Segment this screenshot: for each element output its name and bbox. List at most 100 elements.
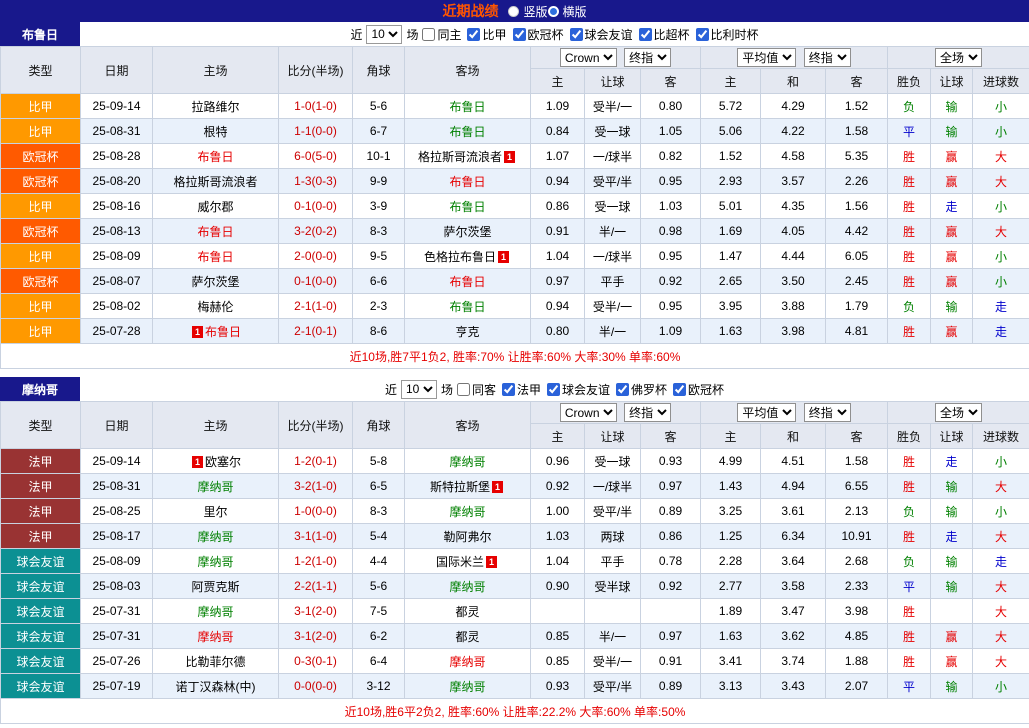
competition-filter-checkbox[interactable] <box>616 383 629 396</box>
col-odds-home: 主 <box>531 424 585 449</box>
avg-home-cell: 1.25 <box>701 524 761 549</box>
handicap-cell: 平手 <box>585 269 641 294</box>
same-venue-filter-checkbox[interactable] <box>422 28 435 41</box>
handicap-result-cell: 输 <box>931 474 973 499</box>
date-cell: 25-08-20 <box>81 169 153 194</box>
average-group-header: 平均值 终指 <box>701 47 888 69</box>
away-team-name: 勒阿弗尔 <box>443 530 491 544</box>
away-team-name: 摩纳哥 <box>449 580 485 594</box>
layout-radio[interactable]: 竖版 <box>508 3 547 20</box>
handicap-result-cell: 赢 <box>931 169 973 194</box>
col-away: 客场 <box>405 402 531 449</box>
games-label: 场 <box>406 26 418 43</box>
away-team-cell: 摩纳哥 <box>405 499 531 524</box>
competition-filter[interactable]: 球会友谊 <box>570 26 633 43</box>
handicap-result-cell: 输 <box>931 574 973 599</box>
away-team-name: 亨克 <box>455 325 479 339</box>
competition-filter-checkbox[interactable] <box>673 383 686 396</box>
competition-filter[interactable]: 欧冠杯 <box>673 381 724 398</box>
competition-filter-checkbox[interactable] <box>639 28 652 41</box>
handicap-result-cell: 赢 <box>931 269 973 294</box>
avg-away-cell: 3.98 <box>826 599 888 624</box>
corner-cell: 8-6 <box>353 319 405 344</box>
average-select[interactable]: 平均值 <box>737 403 796 422</box>
layout-radio[interactable]: 横版 <box>548 3 587 20</box>
competition-filter-checkbox[interactable] <box>513 28 526 41</box>
away-team-cell: 布鲁日 <box>405 269 531 294</box>
away-team-cell: 摩纳哥 <box>405 649 531 674</box>
same-venue-filter[interactable]: 同客 <box>457 381 496 398</box>
competition-type-cell: 球会友谊 <box>1 574 81 599</box>
corner-cell: 8-3 <box>353 219 405 244</box>
scope-select[interactable]: 全场 <box>935 48 982 67</box>
result-cell: 胜 <box>888 219 931 244</box>
score-cell: 6-0(5-0) <box>279 144 353 169</box>
competition-filter-checkbox[interactable] <box>467 28 480 41</box>
competition-filter-checkbox[interactable] <box>696 28 709 41</box>
competition-filter-label: 比超杯 <box>654 26 690 43</box>
odds-period-select[interactable]: 终指 <box>624 403 671 422</box>
average-period-select[interactable]: 终指 <box>804 48 851 67</box>
score-cell: 3-1(2-0) <box>279 624 353 649</box>
home-team-cell: 布鲁日 <box>153 144 279 169</box>
odds-period-select[interactable]: 终指 <box>624 48 671 67</box>
col-result: 胜负 <box>888 424 931 449</box>
competition-filter[interactable]: 欧冠杯 <box>513 26 564 43</box>
match-row: 球会友谊25-08-09摩纳哥1-2(1-0)4-4国际米兰11.04平手0.7… <box>1 549 1029 574</box>
red-card-badge: 1 <box>486 556 497 568</box>
competition-filter-checkbox[interactable] <box>547 383 560 396</box>
handicap-cell: 受一球 <box>585 449 641 474</box>
avg-away-cell: 1.58 <box>826 119 888 144</box>
avg-home-cell: 5.06 <box>701 119 761 144</box>
average-period-select[interactable]: 终指 <box>804 403 851 422</box>
odds-source-select[interactable]: Crown <box>560 403 617 422</box>
odds-away-cell: 0.92 <box>641 574 701 599</box>
competition-filter[interactable]: 佛罗杯 <box>616 381 667 398</box>
handicap-result-cell: 赢 <box>931 244 973 269</box>
score-cell: 0-0(0-0) <box>279 674 353 699</box>
home-team-cell: 摩纳哥 <box>153 599 279 624</box>
match-row: 球会友谊25-07-19诺丁汉森林(中)0-0(0-0)3-12摩纳哥0.93受… <box>1 674 1029 699</box>
date-cell: 25-08-16 <box>81 194 153 219</box>
match-row: 法甲25-08-17摩纳哥3-1(1-0)5-4勒阿弗尔1.03两球0.861.… <box>1 524 1029 549</box>
avg-draw-cell: 4.29 <box>761 94 826 119</box>
odds-source-select[interactable]: Crown <box>560 48 617 67</box>
average-select[interactable]: 平均值 <box>737 48 796 67</box>
recent-count-select[interactable]: 10 <box>366 25 402 44</box>
col-date: 日期 <box>81 47 153 94</box>
result-cell: 负 <box>888 549 931 574</box>
col-handicap-result: 让球 <box>931 69 973 94</box>
goals-result-cell: 大 <box>973 169 1029 194</box>
competition-filter[interactable]: 比利时杯 <box>696 26 759 43</box>
col-avg-home: 主 <box>701 424 761 449</box>
competition-filter-label: 比利时杯 <box>711 26 759 43</box>
home-team-cell: 梅赫伦 <box>153 294 279 319</box>
competition-filter[interactable]: 比甲 <box>467 26 506 43</box>
team-tab[interactable]: 布鲁日 <box>0 22 80 46</box>
competition-filter[interactable]: 比超杯 <box>639 26 690 43</box>
corner-cell: 6-6 <box>353 269 405 294</box>
score-cell: 2-1(0-1) <box>279 319 353 344</box>
team-tab[interactable]: 摩纳哥 <box>0 377 80 401</box>
odds-home-cell: 0.90 <box>531 574 585 599</box>
scope-select[interactable]: 全场 <box>935 403 982 422</box>
competition-filter[interactable]: 法甲 <box>502 381 541 398</box>
avg-home-cell: 1.69 <box>701 219 761 244</box>
avg-away-cell: 4.85 <box>826 624 888 649</box>
date-cell: 25-07-31 <box>81 599 153 624</box>
recent-count-select[interactable]: 10 <box>401 380 437 399</box>
col-avg-home: 主 <box>701 69 761 94</box>
same-venue-filter[interactable]: 同主 <box>422 26 461 43</box>
same-venue-filter-label: 同客 <box>472 381 496 398</box>
avg-home-cell: 1.63 <box>701 319 761 344</box>
radio-label: 竖版 <box>523 3 547 20</box>
date-cell: 25-08-13 <box>81 219 153 244</box>
avg-home-cell: 2.93 <box>701 169 761 194</box>
competition-filter-checkbox[interactable] <box>502 383 515 396</box>
odds-home-cell: 0.84 <box>531 119 585 144</box>
odds-away-cell: 1.05 <box>641 119 701 144</box>
away-team-cell: 格拉斯哥流浪者1 <box>405 144 531 169</box>
competition-filter-checkbox[interactable] <box>570 28 583 41</box>
same-venue-filter-checkbox[interactable] <box>457 383 470 396</box>
competition-filter[interactable]: 球会友谊 <box>547 381 610 398</box>
